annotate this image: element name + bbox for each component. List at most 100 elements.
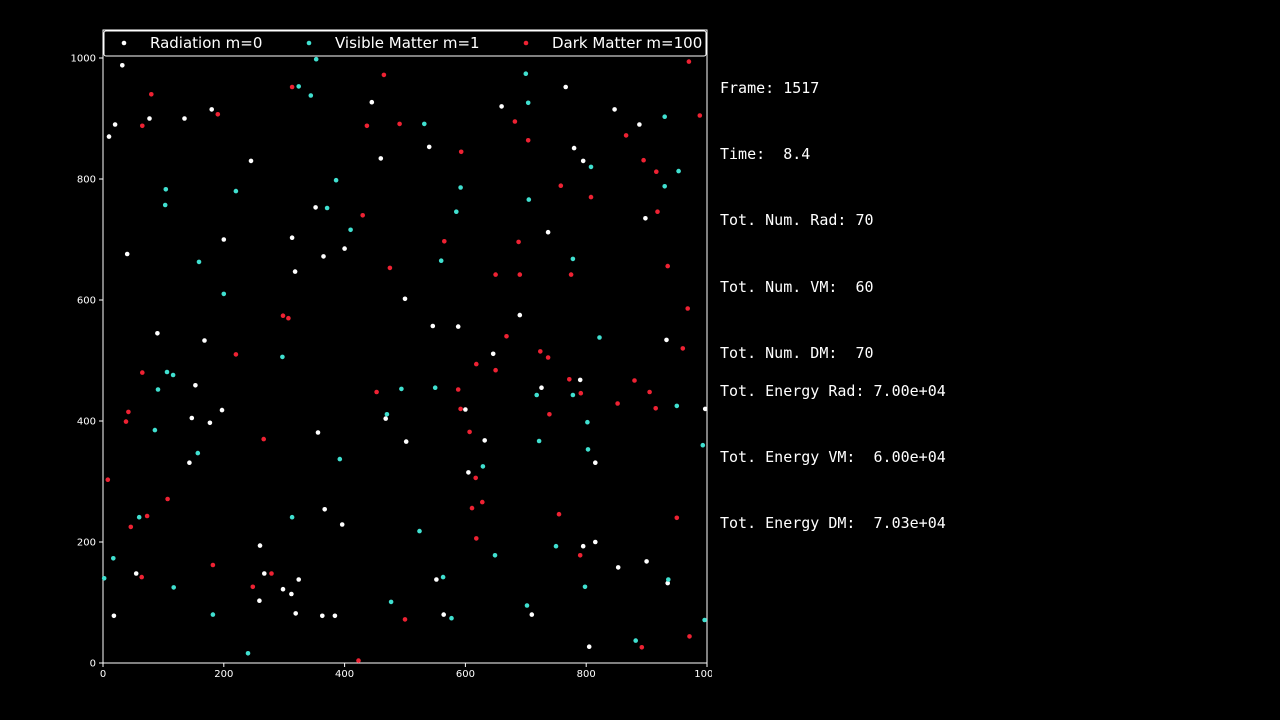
point-visible-44 [553,543,559,549]
point-dark-15 [269,571,274,576]
point-radiation-46 [577,377,583,383]
point-radiation-64 [615,565,621,570]
point-radiation-28 [580,158,586,164]
point-radiation-3 [124,251,130,257]
point-radiation-25 [545,229,551,235]
point-visible-56 [674,403,680,409]
point-radiation-24 [517,312,523,318]
y-tick-label-1: 200 [77,538,96,549]
point-radiation-40 [403,439,409,444]
point-visible-57 [676,168,681,174]
point-visible-49 [585,447,591,452]
point-dark-19 [356,658,361,663]
legend-marker-2 [523,40,529,46]
point-radiation-9 [209,107,214,112]
point-radiation-15 [321,254,326,259]
point-radiation-51 [280,586,286,592]
point-dark-45 [545,355,551,360]
point-dark-39 [504,334,509,339]
point-dark-20 [360,213,366,218]
y-tick-label-5: 1000 [71,54,96,65]
point-visible-9 [171,585,176,590]
point-visible-23 [337,456,343,462]
point-dark-5 [144,513,150,519]
point-visible-51 [597,335,602,340]
x-tick-label-0: 0 [100,669,106,680]
point-radiation-1 [112,122,118,127]
point-radiation-43 [482,438,488,443]
point-visible-13 [221,291,227,297]
point-radiation-45 [539,385,544,391]
point-radiation-42 [466,470,471,475]
point-visible-5 [163,187,169,192]
point-radiation-18 [378,156,384,161]
point-radiation-38 [315,430,321,435]
point-radiation-52 [289,591,294,597]
point-radiation-54 [322,507,328,512]
point-dark-44 [538,349,543,354]
point-visible-19 [308,93,314,98]
point-visible-6 [162,202,168,208]
point-visible-8 [170,372,176,378]
point-visible-37 [492,553,498,558]
point-dark-12 [233,352,239,357]
point-visible-4 [155,387,161,392]
point-dark-10 [210,562,216,568]
point-dark-35 [474,361,479,367]
point-radiation-8 [182,116,187,121]
point-dark-30 [458,149,464,155]
point-dark-52 [578,390,584,396]
point-radiation-32 [202,338,207,343]
x-tick-label-1: 200 [214,669,233,680]
point-visible-54 [662,184,667,189]
point-visible-0 [101,576,107,581]
point-dark-55 [623,133,629,138]
point-radiation-68 [702,406,708,412]
point-dark-31 [467,429,472,435]
point-visible-3 [152,427,158,433]
y-tick-label-3: 600 [77,296,96,307]
point-radiation-59 [434,577,439,582]
time-readout: Time: 8.4 [720,145,811,164]
point-dark-46 [547,412,552,417]
point-visible-59 [702,617,707,623]
point-visible-38 [523,71,529,76]
point-visible-40 [524,603,530,608]
point-dark-25 [397,121,402,127]
point-dark-22 [374,389,379,395]
point-dark-17 [286,315,291,321]
point-visible-42 [534,392,539,398]
point-dark-47 [556,511,562,517]
y-tick-label-0: 0 [90,659,96,670]
point-dark-43 [525,138,531,143]
point-visible-31 [438,258,444,264]
point-visible-32 [440,574,446,580]
point-radiation-61 [529,612,535,617]
point-visible-15 [245,651,251,656]
point-visible-55 [666,577,671,582]
point-visible-26 [388,599,394,605]
point-radiation-29 [612,107,617,112]
point-radiation-34 [189,415,195,421]
point-visible-12 [210,612,216,617]
point-radiation-66 [664,337,669,343]
point-visible-48 [585,419,590,425]
point-dark-63 [665,263,670,269]
visible-matter-energy: Tot. Energy VM: 6.00e+04 [720,448,946,467]
point-dark-48 [558,183,564,188]
point-radiation-41 [463,407,468,412]
point-radiation-31 [643,216,648,221]
point-radiation-23 [499,104,504,109]
point-dark-28 [455,387,461,392]
point-visible-46 [570,392,576,398]
point-radiation-14 [313,205,318,210]
point-dark-13 [250,584,256,590]
point-radiation-5 [111,613,117,619]
point-radiation-60 [441,612,447,617]
point-dark-38 [493,367,498,373]
point-radiation-30 [637,122,642,127]
point-radiation-26 [563,84,568,90]
point-radiation-47 [593,460,598,466]
point-visible-45 [570,256,576,262]
point-dark-1 [123,419,129,424]
